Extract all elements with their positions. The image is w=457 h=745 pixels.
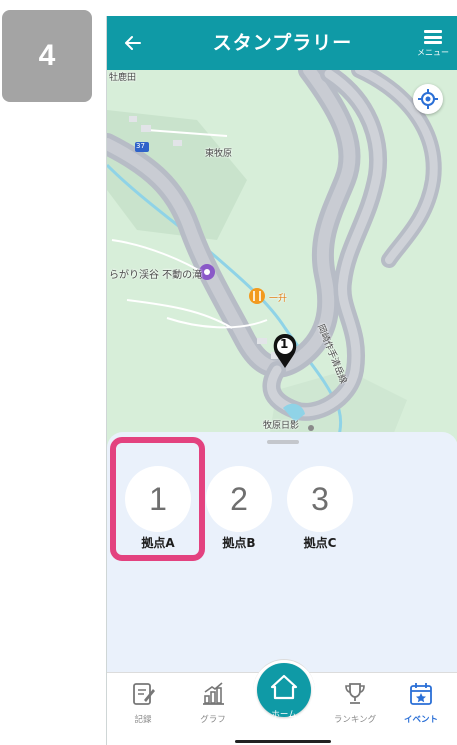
tab-label: イベント <box>403 715 438 725</box>
menu-label: メニュー <box>417 48 449 57</box>
tab-record[interactable]: 記録 <box>115 681 171 725</box>
app-header: スタンプラリー メニュー <box>107 16 457 70</box>
home-icon <box>270 674 298 700</box>
map-label-top-left: 牡鹿田 <box>109 73 137 83</box>
tab-label: 記録 <box>134 715 152 725</box>
stamp-a-highlight-frame <box>110 437 205 561</box>
tab-label: ランキング <box>333 715 377 725</box>
stamp-label: 拠点C <box>303 536 337 550</box>
sheet-drag-handle[interactable] <box>267 440 299 444</box>
restaurant-poi-icon[interactable] <box>249 288 265 304</box>
tab-graph[interactable]: グラフ <box>185 681 241 725</box>
map-label-higashi-makihara: 東牧原 <box>205 149 233 159</box>
map-label-restaurant: 一升 <box>269 294 288 304</box>
tab-label: ホーム <box>271 710 297 720</box>
map-label-makihara-hikage: 牧原日影 <box>263 421 300 431</box>
calendar-star-icon <box>410 683 432 705</box>
locate-icon <box>418 89 438 109</box>
stamp-circle[interactable]: 2 <box>206 466 272 532</box>
map-canvas <box>107 70 457 450</box>
stamp-marker-number: 1 <box>280 337 289 351</box>
bottom-tab-bar: 記録 グラフ ホーム ランキング イベント <box>107 659 457 745</box>
tab-event[interactable]: イベント <box>393 681 449 725</box>
notebook-pencil-icon <box>133 683 155 705</box>
stamp-item-c[interactable]: 3 拠点C <box>287 466 353 551</box>
page-title: スタンプラリー <box>212 32 353 54</box>
stamp-item-b[interactable]: 2 拠点B <box>206 466 272 551</box>
trophy-icon <box>345 683 365 704</box>
menu-button[interactable]: メニュー <box>414 26 452 66</box>
map-label-waterfall: らがり渓谷 不動の滝 <box>109 270 203 281</box>
home-indicator <box>235 740 331 743</box>
step-number-badge: 4 <box>2 10 92 102</box>
my-location-button[interactable] <box>413 84 443 114</box>
tab-label: グラフ <box>200 715 226 725</box>
stamp-circle[interactable]: 3 <box>287 466 353 532</box>
tab-ranking[interactable]: ランキング <box>327 681 383 725</box>
route-number-label: 37 <box>136 142 145 150</box>
stamp-label: 拠点B <box>222 536 256 550</box>
bar-chart-icon <box>203 682 224 705</box>
phone-screen: スタンプラリー メニュー 牡鹿田 東牧原 37 らがり渓谷 不動の滝 一升 岡崎… <box>106 16 457 745</box>
hamburger-icon <box>424 30 442 44</box>
map-view[interactable]: 牡鹿田 東牧原 37 らがり渓谷 不動の滝 一升 岡崎作手清岳線 牧原日影 1 <box>107 70 457 450</box>
